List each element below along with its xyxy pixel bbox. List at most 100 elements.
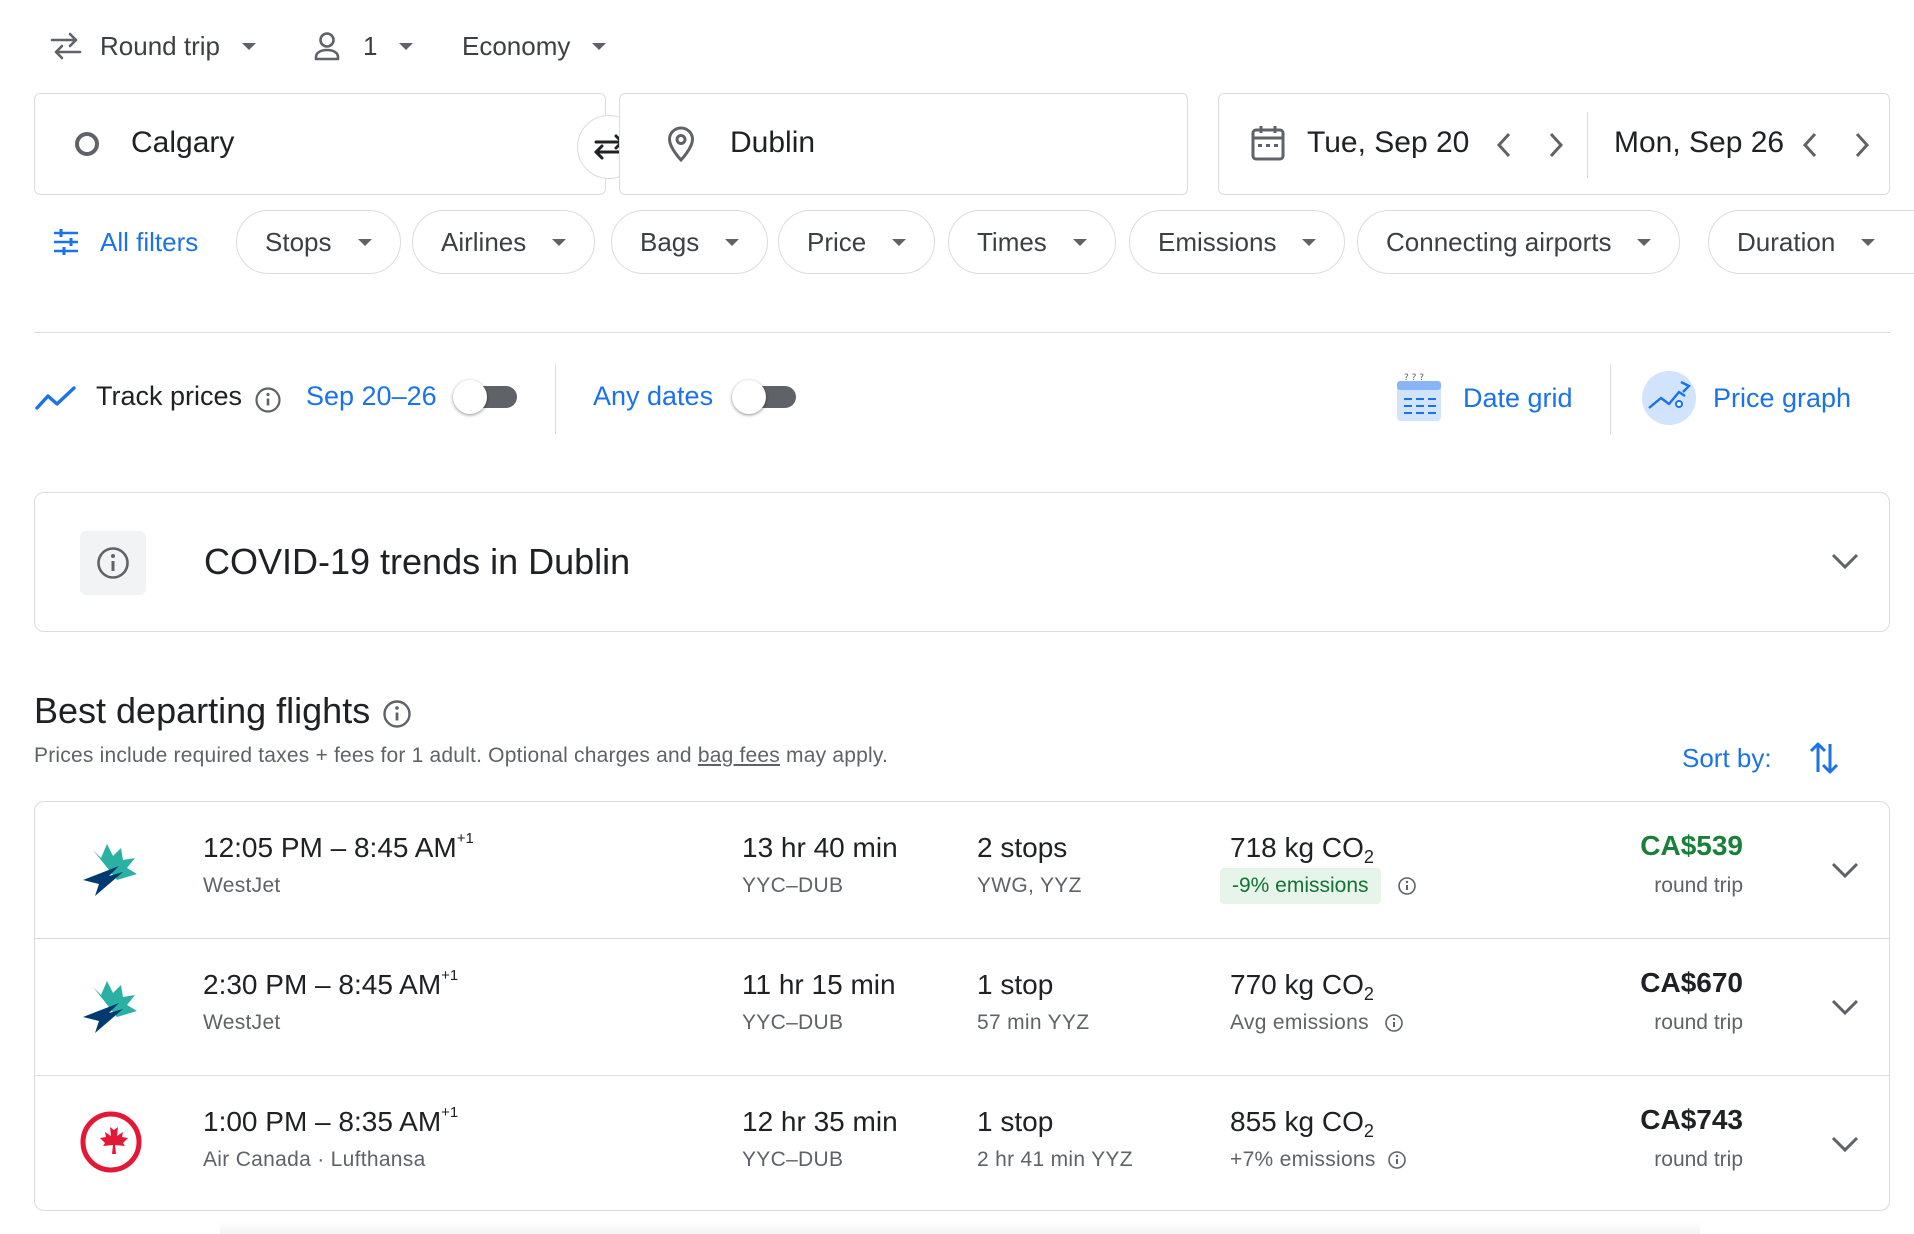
depart-prev-chevron-icon[interactable] [1496, 132, 1512, 158]
flight-duration: 12 hr 35 min [742, 1106, 898, 1137]
flight-price: CA$743 [1640, 1104, 1743, 1135]
flight-row[interactable]: 12:05 PM – 8:45 AM+1 WestJet 13 hr 40 mi… [35, 802, 1889, 938]
filter-chip-airlines[interactable]: Airlines [412, 210, 596, 274]
stops-detail: 57 min YYZ [977, 1011, 1090, 1034]
filter-chip-price[interactable]: Price [778, 210, 936, 274]
westjet-logo-icon [79, 840, 145, 898]
filter-chip-stops[interactable]: Stops [236, 210, 401, 274]
airline-name: Air Canada · Lufthansa [203, 1148, 426, 1171]
date-divider [1587, 112, 1588, 178]
swap-horizontal-icon [50, 32, 82, 60]
date-grid-label: Date grid [1463, 382, 1573, 413]
return-date[interactable]: Mon, Sep 26 [1614, 126, 1784, 160]
origin-circle-icon [73, 130, 101, 158]
bag-fees-link[interactable]: bag fees [698, 744, 780, 767]
flight-row[interactable]: 1:00 PM – 8:35 AM+1 Air Canada · Lufthan… [35, 1076, 1889, 1212]
flight-price: CA$670 [1640, 967, 1743, 998]
vertical-divider [1610, 364, 1611, 434]
origin-value: Calgary [131, 126, 235, 159]
emissions-value: 770 kg CO2 [1230, 969, 1374, 1004]
results-info-icon[interactable] [382, 699, 412, 729]
emissions-info-icon[interactable] [1384, 1013, 1404, 1033]
track-info-icon[interactable] [254, 386, 282, 414]
chevron-down-icon[interactable] [1831, 1135, 1859, 1153]
air-canada-logo-icon [79, 1110, 143, 1174]
emissions-subscript: 2 [1363, 847, 1374, 867]
covid-trends-card[interactable]: COVID-19 trends in Dublin [34, 492, 1890, 632]
flight-route: YYC–DUB [742, 874, 844, 897]
dates-field[interactable]: Tue, Sep 20 Mon, Sep 26 [1218, 93, 1890, 195]
emissions-note: +7% emissions [1230, 1148, 1376, 1171]
chevron-down-icon[interactable] [1831, 861, 1859, 879]
sort-by-button[interactable]: Sort by: [1682, 738, 1840, 778]
date-grid-icon: ? ? ? [1395, 373, 1443, 423]
date-grid-button[interactable]: ? ? ? Date grid [1395, 372, 1573, 424]
filter-chip-bags[interactable]: Bags [611, 210, 769, 274]
flight-times: 2:30 PM – 8:45 AM+1 [203, 967, 459, 1001]
flight-results-list: 12:05 PM – 8:45 AM+1 WestJet 13 hr 40 mi… [34, 801, 1890, 1211]
caret-down-icon [241, 42, 256, 50]
price-type: round trip [1654, 1011, 1743, 1034]
day-offset: +1 [441, 967, 459, 984]
sort-by-label: Sort by: [1682, 742, 1772, 773]
info-icon [96, 546, 130, 580]
times-text: 2:30 PM – 8:45 AM [203, 969, 442, 1000]
emissions-badge: -9% emissions [1220, 868, 1381, 904]
return-prev-chevron-icon[interactable] [1802, 132, 1818, 158]
emissions-note: Avg emissions [1230, 1011, 1369, 1034]
chip-label: Emissions [1158, 226, 1277, 257]
depart-next-chevron-icon[interactable] [1548, 132, 1564, 158]
track-prices-toggle[interactable] [453, 380, 519, 414]
any-dates-label: Any dates [593, 381, 714, 411]
origin-field[interactable]: Calgary [34, 93, 606, 195]
section-divider [34, 332, 1890, 333]
results-heading: Best departing flights [34, 690, 412, 732]
trip-type-select[interactable]: Round trip [50, 26, 256, 66]
caret-down-icon [552, 238, 567, 246]
filter-chip-times[interactable]: Times [948, 210, 1116, 274]
price-graph-button[interactable]: Price graph [1641, 370, 1851, 426]
emissions-subscript: 2 [1363, 1121, 1374, 1141]
flight-route: YYC–DUB [742, 1011, 844, 1034]
toggle-knob [732, 380, 766, 414]
cabin-class-select[interactable]: Economy [462, 26, 607, 66]
depart-date[interactable]: Tue, Sep 20 [1307, 126, 1469, 160]
filter-chip-duration[interactable]: Duration [1708, 210, 1914, 274]
filter-chip-connecting-airports[interactable]: Connecting airports [1357, 210, 1681, 274]
vertical-divider [555, 364, 556, 434]
caret-down-icon [725, 238, 740, 246]
person-icon [313, 31, 341, 61]
bottom-fade [220, 1222, 1700, 1234]
destination-value: Dublin [730, 126, 816, 159]
flight-price: CA$539 [1640, 830, 1743, 861]
all-filters-button[interactable]: All filters [52, 222, 198, 262]
location-pin-icon [666, 126, 696, 162]
caret-down-icon [1072, 238, 1087, 246]
emissions-value: 718 kg CO2 [1230, 832, 1374, 867]
any-dates-toggle[interactable] [732, 380, 798, 414]
chip-label: Duration [1737, 226, 1836, 257]
toggle-knob [453, 380, 487, 414]
stops-detail: YWG, YYZ [977, 874, 1082, 897]
emissions-info-icon[interactable] [1397, 876, 1417, 896]
note-text: may apply. [780, 744, 889, 767]
destination-field[interactable]: Dublin [619, 93, 1188, 195]
emissions-info-icon[interactable] [1387, 1150, 1407, 1170]
sort-arrows-icon [1808, 738, 1840, 778]
emissions-text: 718 kg CO [1230, 832, 1364, 863]
chip-label: Connecting airports [1386, 226, 1612, 257]
chevron-down-icon[interactable] [1831, 998, 1859, 1016]
all-filters-label: All filters [100, 226, 199, 257]
day-offset: +1 [441, 1104, 459, 1121]
flight-stops: 1 stop [977, 1106, 1054, 1137]
caret-down-icon [892, 238, 907, 246]
airline-name: WestJet [203, 1011, 281, 1034]
flight-row[interactable]: 2:30 PM – 8:45 AM+1 WestJet 11 hr 15 min… [35, 939, 1889, 1075]
cabin-class-label: Economy [462, 30, 571, 61]
passenger-select[interactable]: 1 [313, 26, 414, 66]
chevron-down-icon[interactable] [1831, 552, 1859, 570]
calendar-icon [1251, 124, 1285, 162]
return-next-chevron-icon[interactable] [1854, 132, 1870, 158]
flight-stops: 1 stop [977, 969, 1054, 1000]
filter-chip-emissions[interactable]: Emissions [1129, 210, 1346, 274]
